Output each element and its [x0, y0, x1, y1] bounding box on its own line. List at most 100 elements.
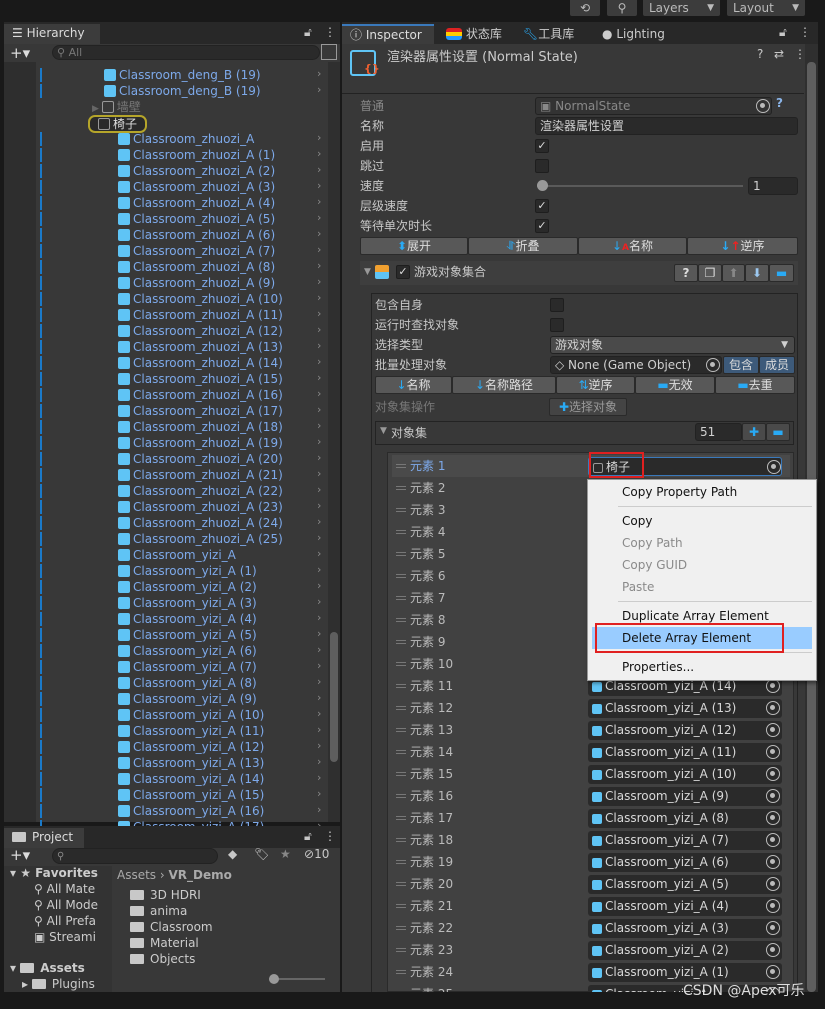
open-prefab-icon[interactable]: ›: [317, 147, 321, 160]
lock-icon[interactable]: 🔓︎: [779, 25, 787, 40]
hierarchy-item[interactable]: Classroom_zhuozi_A (7): [118, 243, 275, 259]
open-prefab-icon[interactable]: ›: [317, 403, 321, 416]
open-prefab-icon[interactable]: ›: [317, 339, 321, 352]
hierarchy-item[interactable]: Classroom_zhuozi_A (16): [118, 387, 283, 403]
hierarchy-item[interactable]: Classroom_zhuozi_A (12): [118, 323, 283, 339]
object-picker-icon[interactable]: [766, 767, 780, 781]
drag-handle-icon[interactable]: [396, 882, 406, 886]
include-button[interactable]: 包含: [723, 356, 759, 374]
open-prefab-icon[interactable]: ›: [317, 307, 321, 320]
tab-hierarchy[interactable]: ☰ Hierarchy: [4, 24, 100, 44]
hierarchy-item[interactable]: Classroom_zhuozi_A (18): [118, 419, 283, 435]
foldout-arrow-icon[interactable]: ▼: [364, 267, 371, 277]
hierarchy-item[interactable]: Classroom_zhuozi_A (19): [118, 435, 283, 451]
drag-handle-icon[interactable]: [396, 574, 406, 578]
element-object-field[interactable]: Classroom_yizi_A (5): [588, 875, 782, 894]
wait-checkbox[interactable]: ✓: [535, 219, 549, 233]
object-picker-icon[interactable]: [756, 99, 770, 113]
tab-inspector[interactable]: ⓘ Inspector: [342, 24, 434, 44]
hierarchy-item[interactable]: Classroom_zhuozi_A (5): [118, 211, 275, 227]
hierarchy-item[interactable]: Classroom_zhuozi_A: [118, 131, 254, 147]
element-object-field[interactable]: Classroom_yizi_A (6): [588, 853, 782, 872]
hierarchy-item[interactable]: ▶ 墙壁: [92, 99, 141, 115]
hierarchy-item[interactable]: Classroom_zhuozi_A (13): [118, 339, 283, 355]
element-object-field[interactable]: Classroom_yizi_A (2): [588, 941, 782, 960]
object-picker-icon[interactable]: [706, 358, 720, 372]
object-picker-icon[interactable]: [766, 943, 780, 957]
object-picker-icon[interactable]: [766, 789, 780, 803]
drag-handle-icon[interactable]: [396, 618, 406, 622]
drag-handle-icon[interactable]: [396, 640, 406, 644]
array-size-input[interactable]: 51: [695, 423, 742, 441]
open-prefab-icon[interactable]: ›: [317, 195, 321, 208]
copy-button[interactable]: ❐: [698, 264, 722, 282]
runtime-find-checkbox[interactable]: [550, 318, 564, 332]
array-element[interactable]: 元素 13 Classroom_yizi_A (12): [392, 719, 790, 741]
tab-state-library[interactable]: 状态库: [440, 24, 508, 44]
hierarchy-item[interactable]: Classroom_zhuozi_A (9): [118, 275, 275, 291]
open-prefab-icon[interactable]: ›: [317, 275, 321, 288]
slider-thumb[interactable]: [537, 180, 548, 191]
help-icon[interactable]: ?: [757, 47, 763, 61]
drag-handle-icon[interactable]: [396, 464, 406, 468]
drag-handle-icon[interactable]: [396, 794, 406, 798]
sort-button[interactable]: ↓名称: [375, 376, 452, 394]
array-element[interactable]: 元素 12 Classroom_yizi_A (13): [392, 697, 790, 719]
open-prefab-icon[interactable]: ›: [317, 259, 321, 272]
select-type-dropdown[interactable]: 游戏对象 ▼: [550, 336, 795, 354]
component-enabled-checkbox[interactable]: ✓: [396, 265, 410, 279]
array-element[interactable]: 元素 22 Classroom_yizi_A (3): [392, 917, 790, 939]
element-object-field[interactable]: Classroom_yizi_A (3): [588, 919, 782, 938]
menu-item[interactable]: Copy GUID: [622, 554, 687, 576]
array-element[interactable]: 元素 21 Classroom_yizi_A (4): [392, 895, 790, 917]
member-button[interactable]: 成员: [759, 356, 795, 374]
open-prefab-icon[interactable]: ›: [317, 211, 321, 224]
array-element[interactable]: 元素 20 Classroom_yizi_A (5): [392, 873, 790, 895]
open-prefab-icon[interactable]: ›: [317, 371, 321, 384]
hierarchy-item[interactable]: Classroom_zhuozi_A (1): [118, 147, 275, 163]
drag-handle-icon[interactable]: [396, 596, 406, 600]
drag-handle-icon[interactable]: [396, 728, 406, 732]
drag-handle-icon[interactable]: [396, 486, 406, 490]
element-object-field[interactable]: Classroom_yizi_A (13): [588, 699, 782, 718]
element-object-field[interactable]: Classroom_yizi_A (8): [588, 809, 782, 828]
array-element[interactable]: 元素 23 Classroom_yizi_A (2): [392, 939, 790, 961]
hierarchy-item[interactable]: Classroom_zhuozi_A (15): [118, 371, 283, 387]
hierarchy-item[interactable]: Classroom_zhuozi_A (17): [118, 403, 283, 419]
drag-handle-icon[interactable]: [396, 552, 406, 556]
search-options-icon[interactable]: [321, 44, 337, 60]
speed-input[interactable]: 1: [748, 177, 798, 195]
object-picker-icon[interactable]: [766, 965, 780, 979]
open-prefab-icon[interactable]: ›: [317, 435, 321, 448]
object-picker-icon[interactable]: [766, 833, 780, 847]
drag-handle-icon[interactable]: [396, 772, 406, 776]
help-icon[interactable]: ?: [776, 96, 783, 110]
drag-handle-icon[interactable]: [396, 706, 406, 710]
name-input[interactable]: 渲染器属性设置: [535, 117, 798, 135]
hierarchy-search-input[interactable]: ⚲ All: [52, 45, 320, 60]
lock-icon[interactable]: 🔓︎: [304, 25, 312, 40]
help-button[interactable]: ?: [674, 264, 698, 282]
open-prefab-icon[interactable]: ›: [317, 355, 321, 368]
object-picker-icon[interactable]: [766, 855, 780, 869]
hierarchy-item[interactable]: Classroom_zhuozi_A (10): [118, 291, 283, 307]
speed-slider[interactable]: [537, 180, 743, 191]
hierarchy-item[interactable]: Classroom_zhuozi_A (3): [118, 179, 275, 195]
drag-handle-icon[interactable]: [396, 926, 406, 930]
object-picker-icon[interactable]: [766, 701, 780, 715]
open-prefab-icon[interactable]: ›: [317, 227, 321, 240]
element-object-field[interactable]: Classroom_yizi_A (10): [588, 765, 782, 784]
select-objects-button[interactable]: ✚选择对象: [549, 398, 627, 416]
object-picker-icon[interactable]: [766, 899, 780, 913]
hierarchy-item[interactable]: Classroom_zhuozi_A (2): [118, 163, 275, 179]
drag-handle-icon[interactable]: [396, 948, 406, 952]
object-picker-icon[interactable]: [766, 679, 780, 693]
batch-object-field[interactable]: ◇ None (Game Object): [550, 356, 722, 374]
element-object-field[interactable]: Classroom_yizi_A (9): [588, 787, 782, 806]
object-picker-icon[interactable]: [766, 877, 780, 891]
layout-dropdown[interactable]: Layout ▼: [727, 0, 805, 16]
hierarchy-item[interactable]: Classroom_zhuozi_A (6): [118, 227, 275, 243]
open-prefab-icon[interactable]: ›: [317, 291, 321, 304]
add-element-button[interactable]: ✚: [742, 423, 766, 441]
open-prefab-icon[interactable]: ›: [317, 419, 321, 432]
